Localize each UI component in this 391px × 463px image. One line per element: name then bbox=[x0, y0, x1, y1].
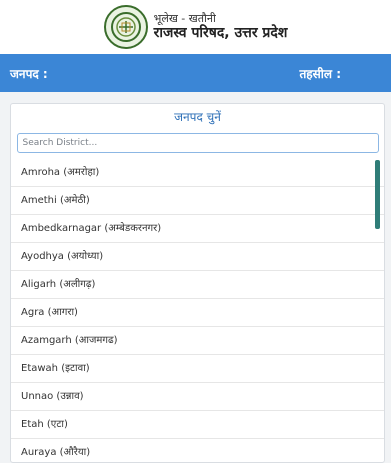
district-list-item[interactable]: Auraya (औरैया) bbox=[11, 439, 384, 462]
revenue-board-emblem-icon bbox=[103, 5, 148, 49]
district-panel: जनपद चुनें Amroha (अमरोहा)Amethi (अमेठी)… bbox=[10, 103, 385, 463]
district-list-item[interactable]: Amroha (अमरोहा) bbox=[11, 159, 384, 187]
tehsil-label: तहसील : bbox=[299, 66, 341, 81]
panel-title: जनपद चुनें bbox=[174, 110, 221, 124]
brand-subtitle: भूलेख - खतौनी bbox=[153, 11, 216, 25]
district-search-input[interactable] bbox=[16, 133, 379, 153]
district-list-item[interactable]: Azamgarh (आजमगढ) bbox=[11, 327, 384, 355]
district-list-item[interactable]: Amethi (अमेठी) bbox=[11, 187, 384, 215]
brand-title: राजस्व परिषद, उत्तर प्रदेश bbox=[153, 25, 288, 42]
brand-text: भूलेख - खतौनी राजस्व परिषद, उत्तर प्रदेश bbox=[153, 11, 288, 42]
district-list: Amroha (अमरोहा) Amethi (अमेठी) Ambedkarnag… bbox=[11, 159, 384, 462]
district-list-item[interactable]: Ambedkarnagar (अम्बेडकरनगर) bbox=[11, 215, 384, 243]
district-list-item[interactable]: Etawah (इटावा) bbox=[11, 355, 384, 383]
district-list-item[interactable]: Agra (आगरा) bbox=[11, 299, 384, 327]
district-list-item[interactable]: Aligarh (अलीगढ़) bbox=[11, 271, 384, 299]
district-list-item[interactable]: Unnao (उन्नाव) bbox=[11, 383, 384, 411]
district-list-item[interactable]: Etah (एटा) bbox=[11, 411, 384, 439]
district-list-item[interactable]: Ayodhya (अयोध्या) bbox=[11, 243, 384, 271]
app-header: भूलेख - खतौनी राजस्व परिषद, उत्तर प्रदेश bbox=[0, 0, 391, 54]
selection-bar: जनपद : तहसील : bbox=[0, 54, 391, 92]
list-scrollbar[interactable] bbox=[375, 160, 380, 229]
district-label: जनपद : bbox=[10, 66, 48, 81]
